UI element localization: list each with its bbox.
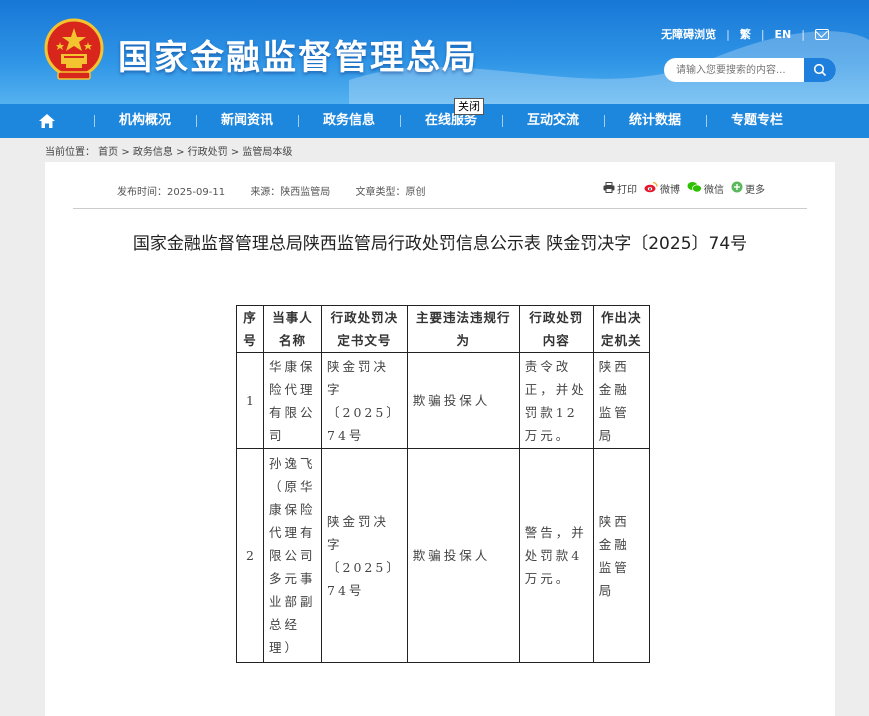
search-icon — [813, 63, 827, 77]
divider: | — [760, 27, 765, 41]
cell-authority: 陕西金融监管局 — [592, 448, 650, 663]
cell-decision-number: 陕金罚决字〔2025〕74号 — [321, 352, 408, 449]
divider: | — [801, 27, 805, 41]
accessibility-link[interactable]: 无障碍浏览 — [661, 26, 716, 42]
print-label: 打印 — [617, 185, 637, 196]
table-row: 2 孙逸飞（原华康保险代理有限公司多元事业部副总经理） 陕金罚决字〔2025〕7… — [236, 448, 650, 663]
divider: | — [726, 27, 730, 41]
publish-time: 发布时间：2025-09-11 — [117, 187, 226, 198]
nav-item-government-info[interactable]: 政务信息 — [298, 104, 400, 138]
main-nav: 机构概况 新闻资讯 政务信息 在线服务 互动交流 统计数据 专题专栏 — [0, 104, 869, 138]
weibo-icon — [644, 181, 658, 196]
nav-item-news[interactable]: 新闻资讯 — [196, 104, 298, 138]
nav-item-statistics[interactable]: 统计数据 — [604, 104, 706, 138]
nav-item-institution[interactable]: 机构概况 — [94, 104, 196, 138]
header-index: 序号 — [236, 305, 264, 353]
nav-item-special-topics[interactable]: 专题专栏 — [706, 104, 808, 138]
home-icon — [39, 114, 55, 128]
cell-violation: 欺骗投保人 — [406, 352, 520, 449]
english-link[interactable]: EN — [775, 28, 792, 41]
search-button[interactable] — [804, 58, 836, 82]
wechat-label: 微信 — [704, 185, 724, 196]
cell-decision-number: 陕金罚决字〔2025〕74号 — [321, 448, 408, 663]
search-box — [664, 58, 836, 82]
article-card: 发布时间：2025-09-11 来源：陕西监管局 文章类型：原创 打印 微博 微… — [45, 162, 835, 716]
plus-circle-icon — [731, 181, 743, 196]
article-type: 文章类型：原创 — [355, 187, 426, 198]
nav-item-online-service[interactable]: 在线服务 — [400, 104, 502, 138]
penalty-table: 序号 当事人名称 行政处罚决定书文号 主要违法违规行为 行政处罚内容 作出决定机… — [236, 305, 650, 663]
mail-icon[interactable] — [815, 28, 829, 40]
more-label: 更多 — [745, 185, 765, 196]
printer-icon — [603, 181, 615, 196]
header-decision-number: 行政处罚决定书文号 — [321, 305, 408, 353]
header-penalty: 行政处罚内容 — [518, 305, 594, 353]
table-header-row: 序号 当事人名称 行政处罚决定书文号 主要违法违规行为 行政处罚内容 作出决定机… — [236, 305, 650, 353]
breadcrumb[interactable]: 当前位置： 首页 > 政务信息 > 行政处罚 > 监管局本级 — [45, 143, 292, 158]
site-header: 国家金融监督管理总局 无障碍浏览 | 繁 | EN | — [0, 0, 869, 104]
share-more-button[interactable]: 更多 — [731, 181, 765, 196]
wechat-icon — [687, 181, 702, 196]
header-violation: 主要违法违规行为 — [406, 305, 520, 353]
top-links: 无障碍浏览 | 繁 | EN | — [661, 26, 829, 42]
cell-party-name: 华康保险代理有限公司 — [263, 352, 322, 449]
cell-violation: 欺骗投保人 — [406, 448, 520, 663]
table-row: 1 华康保险代理有限公司 陕金罚决字〔2025〕74号 欺骗投保人 责令改正，并… — [236, 352, 650, 449]
site-title[interactable]: 国家金融监督管理总局 — [118, 30, 478, 79]
search-input[interactable] — [664, 58, 804, 82]
close-tooltip[interactable]: 关闭 — [454, 98, 484, 115]
article-meta: 发布时间：2025-09-11 来源：陕西监管局 文章类型：原创 — [117, 183, 448, 198]
header-authority: 作出决定机关 — [592, 305, 650, 353]
cell-party-name: 孙逸飞（原华康保险代理有限公司多元事业部副总经理） — [263, 448, 322, 663]
cell-index: 1 — [236, 352, 264, 449]
weibo-label: 微博 — [660, 185, 680, 196]
print-button[interactable]: 打印 — [603, 181, 637, 196]
article-source: 来源：陕西监管局 — [250, 187, 331, 198]
share-bar: 打印 微博 微信 更多 — [603, 181, 772, 196]
cell-authority: 陕西金融监管局 — [592, 352, 650, 449]
national-emblem-icon — [44, 18, 104, 80]
share-wechat-button[interactable]: 微信 — [687, 181, 724, 196]
meta-divider — [73, 208, 807, 209]
article-title: 国家金融监督管理总局陕西监管局行政处罚信息公示表 陕金罚决字〔2025〕74号 — [132, 234, 748, 254]
share-weibo-button[interactable]: 微博 — [644, 181, 680, 196]
nav-item-interaction[interactable]: 互动交流 — [502, 104, 604, 138]
traditional-chinese-link[interactable]: 繁 — [740, 26, 751, 42]
cell-penalty: 警告，并处罚款4万元。 — [518, 448, 594, 663]
header-party-name: 当事人名称 — [263, 305, 322, 353]
cell-penalty: 责令改正，并处罚款12万元。 — [518, 352, 594, 449]
cell-index: 2 — [236, 448, 264, 663]
home-button[interactable] — [0, 104, 94, 138]
